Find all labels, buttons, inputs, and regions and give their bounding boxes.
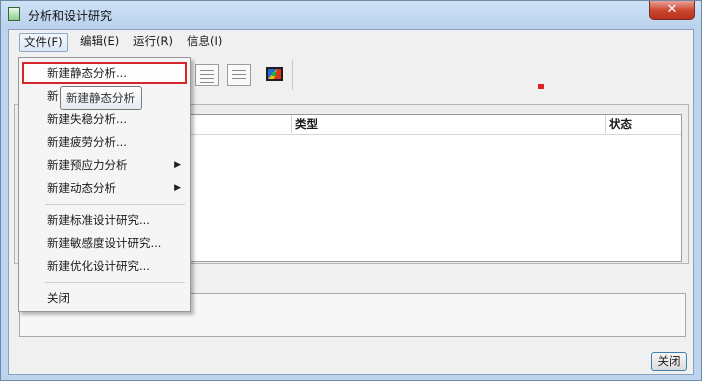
menu-item-new-optimization-design-study[interactable]: 新建优化设计研究... [22,255,187,277]
menu-edit[interactable]: 编辑(E) [76,33,123,50]
menu-info[interactable]: 信息(I) [183,33,226,50]
menu-item-new-prestress-analysis[interactable]: 新建预应力分析 ▶ [22,154,187,176]
list-icon[interactable] [195,64,219,86]
menu-item-new-dynamic-analysis[interactable]: 新建动态分析 ▶ [22,177,187,199]
menu-run[interactable]: 运行(R) [129,33,177,50]
column-type-header[interactable]: 类型 [292,115,606,133]
menu-item-new-static-analysis[interactable]: 新建静态分析... [22,62,187,84]
dialog-window: 分析和设计研究 ✕ 文件(F) 编辑(E) 运行(R) 信息(I) 类型 状态 … [0,0,702,381]
menu-item-close[interactable]: 关闭 [22,287,187,309]
app-icon [8,7,20,21]
window-title: 分析和设计研究 [28,9,113,23]
column-status-header[interactable]: 状态 [606,115,681,133]
title-bar[interactable]: 分析和设计研究 ✕ [1,1,701,29]
close-button[interactable]: 关闭 [651,352,687,371]
menu-item-new-sensitivity-design-study[interactable]: 新建敏感度设计研究... [22,232,187,254]
menu-separator [45,204,185,205]
list-properties-icon[interactable] [227,64,251,86]
results-display-icon[interactable] [263,64,287,86]
submenu-arrow-icon: ▶ [174,183,181,193]
window-close-button[interactable]: ✕ [649,1,695,20]
toolbar-separator [292,60,293,90]
menu-item-new-fatigue-analysis[interactable]: 新建疲劳分析... [22,131,187,153]
tooltip: 新建静态分析 [60,86,142,110]
red-marker [538,84,544,89]
menu-item-new-buckling-analysis[interactable]: 新建失稳分析... [22,108,187,130]
menu-bar: 文件(F) 编辑(E) 运行(R) 信息(I) [9,30,693,52]
submenu-arrow-icon: ▶ [174,160,181,170]
menu-file[interactable]: 文件(F) [19,33,68,52]
menu-separator [45,282,185,283]
menu-item-new-standard-design-study[interactable]: 新建标准设计研究... [22,209,187,231]
